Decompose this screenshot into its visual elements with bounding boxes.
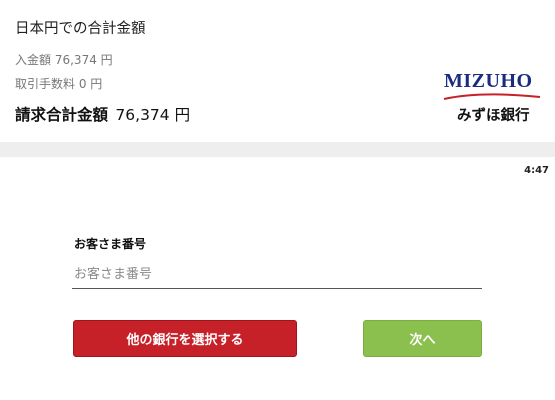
bank-logo: MIZUHO みずほ銀行 xyxy=(440,70,545,132)
select-other-bank-label: 他の銀行を選択する xyxy=(126,333,244,348)
payment-page: 日本円での合計金額 入金額 76,374 円 取引手数料 0 円 請求合計金額 … xyxy=(0,0,555,400)
bank-swoosh-icon xyxy=(443,93,541,100)
next-button[interactable]: 次へ xyxy=(363,320,482,357)
next-label: 次へ xyxy=(409,333,436,348)
select-other-bank-button[interactable]: 他の銀行を選択する xyxy=(73,320,297,357)
total-label: 請求合計金額 xyxy=(15,106,109,124)
clock-time: 4:47 xyxy=(524,165,549,176)
fee-label: 取引手数料 xyxy=(15,77,76,91)
customer-number-label: お客さま番号 xyxy=(74,237,147,251)
bank-wordmark: MIZUHO xyxy=(444,70,533,92)
deposit-row: 入金額 76,374 円 xyxy=(15,51,113,68)
payment-summary-card: 日本円での合計金額 入金額 76,374 円 取引手数料 0 円 請求合計金額 … xyxy=(0,0,555,142)
fee-amount: 0 円 xyxy=(78,77,103,91)
deposit-amount: 76,374 円 xyxy=(54,53,113,67)
deposit-label: 入金額 xyxy=(15,53,52,67)
total-row: 請求合計金額 76,374 円 xyxy=(15,103,190,125)
section-divider xyxy=(0,142,555,157)
total-amount: 76,374 円 xyxy=(115,106,191,124)
customer-number-input[interactable] xyxy=(72,261,482,289)
summary-title: 日本円での合計金額 xyxy=(15,21,146,37)
fee-row: 取引手数料 0 円 xyxy=(15,75,102,92)
bank-name: みずほ銀行 xyxy=(457,108,530,124)
